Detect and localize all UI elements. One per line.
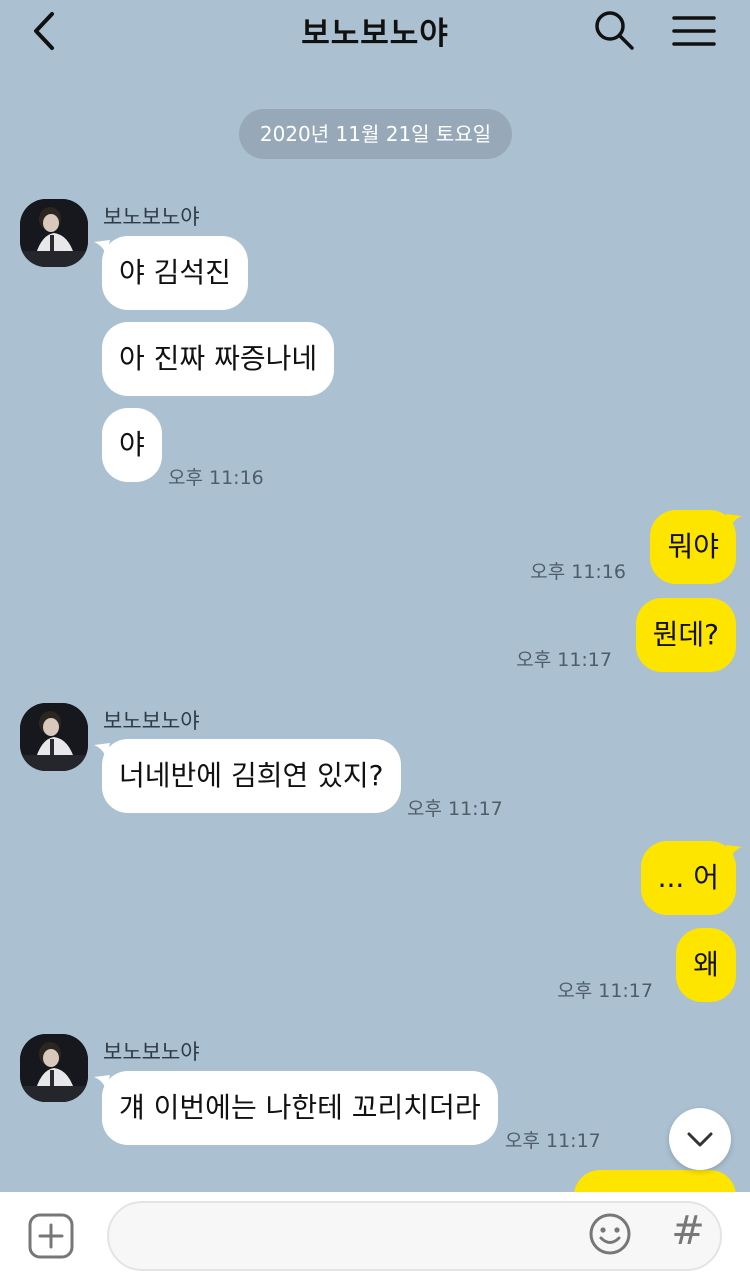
message-text: 뭐야 [667,530,719,563]
message-input-bar: # [0,1192,750,1280]
message-text: 아 진짜 짜증나네 [119,342,318,375]
profile-photo [20,703,88,771]
message-text: 걔 이번에는 나한테 꼬리치더라 [119,1091,481,1124]
avatar[interactable] [20,199,88,267]
search-button[interactable] [592,8,636,52]
message-time: 오후 11:17 [516,649,612,671]
message-text: 야 [119,428,145,461]
sender-name: 보노보노야 [103,205,200,229]
message-time: 오후 11:16 [168,467,264,489]
smiley-icon [589,1213,631,1255]
hash-button[interactable]: # [668,1206,708,1256]
bubble-tail [94,240,110,256]
message-bubble-outgoing[interactable]: 뭔데? [635,598,736,672]
chevron-down-icon [687,1132,713,1147]
hamburger-menu-icon [672,16,716,46]
emoji-button[interactable] [588,1212,632,1256]
message-bubble-outgoing[interactable]: ... 어 [640,841,736,915]
message-text: 야 김석진 [119,256,231,289]
message-bubble-incoming[interactable]: 아 진짜 짜증나네 [102,322,335,396]
message-text: 왜 [693,948,719,981]
chat-title: 보노보노야 [301,16,449,52]
message-bubble-incoming[interactable]: 걔 이번에는 나한테 꼬리치더라 [102,1071,498,1145]
message-text: 뭔데? [652,618,719,651]
message-text: 너네반에 김희연 있지? [119,759,384,792]
date-divider: 2020년 11월 21일 토요일 [239,109,512,159]
sender-name: 보노보노야 [103,709,200,733]
menu-button[interactable] [670,10,718,54]
scroll-to-bottom-button[interactable] [669,1108,731,1170]
message-time: 오후 11:16 [530,561,626,583]
search-icon [595,11,634,50]
chat-header: 보노보노야 [0,0,750,64]
attach-button[interactable] [28,1213,74,1259]
message-time: 오후 11:17 [505,1130,601,1152]
message-bubble-outgoing[interactable]: 뭐야 [650,510,736,584]
message-time: 오후 11:17 [557,980,653,1002]
message-text: ... 어 [657,861,719,894]
bubble-tail [726,514,742,530]
avatar[interactable] [20,703,88,771]
bubble-tail [94,1075,110,1091]
message-bubble-outgoing[interactable]: 왜 [676,928,736,1002]
message-bubble-incoming[interactable]: 야 김석진 [102,236,248,310]
bubble-tail [726,845,742,861]
sender-name: 보노보노야 [103,1040,200,1064]
message-bubble-incoming[interactable]: 야 [102,408,162,482]
plus-square-icon [28,1213,74,1259]
bubble-tail [94,743,110,759]
message-time: 오후 11:17 [407,798,503,820]
avatar[interactable] [20,1034,88,1102]
profile-photo [20,199,88,267]
message-bubble-incoming[interactable]: 너네반에 김희연 있지? [102,739,401,813]
profile-photo [20,1034,88,1102]
